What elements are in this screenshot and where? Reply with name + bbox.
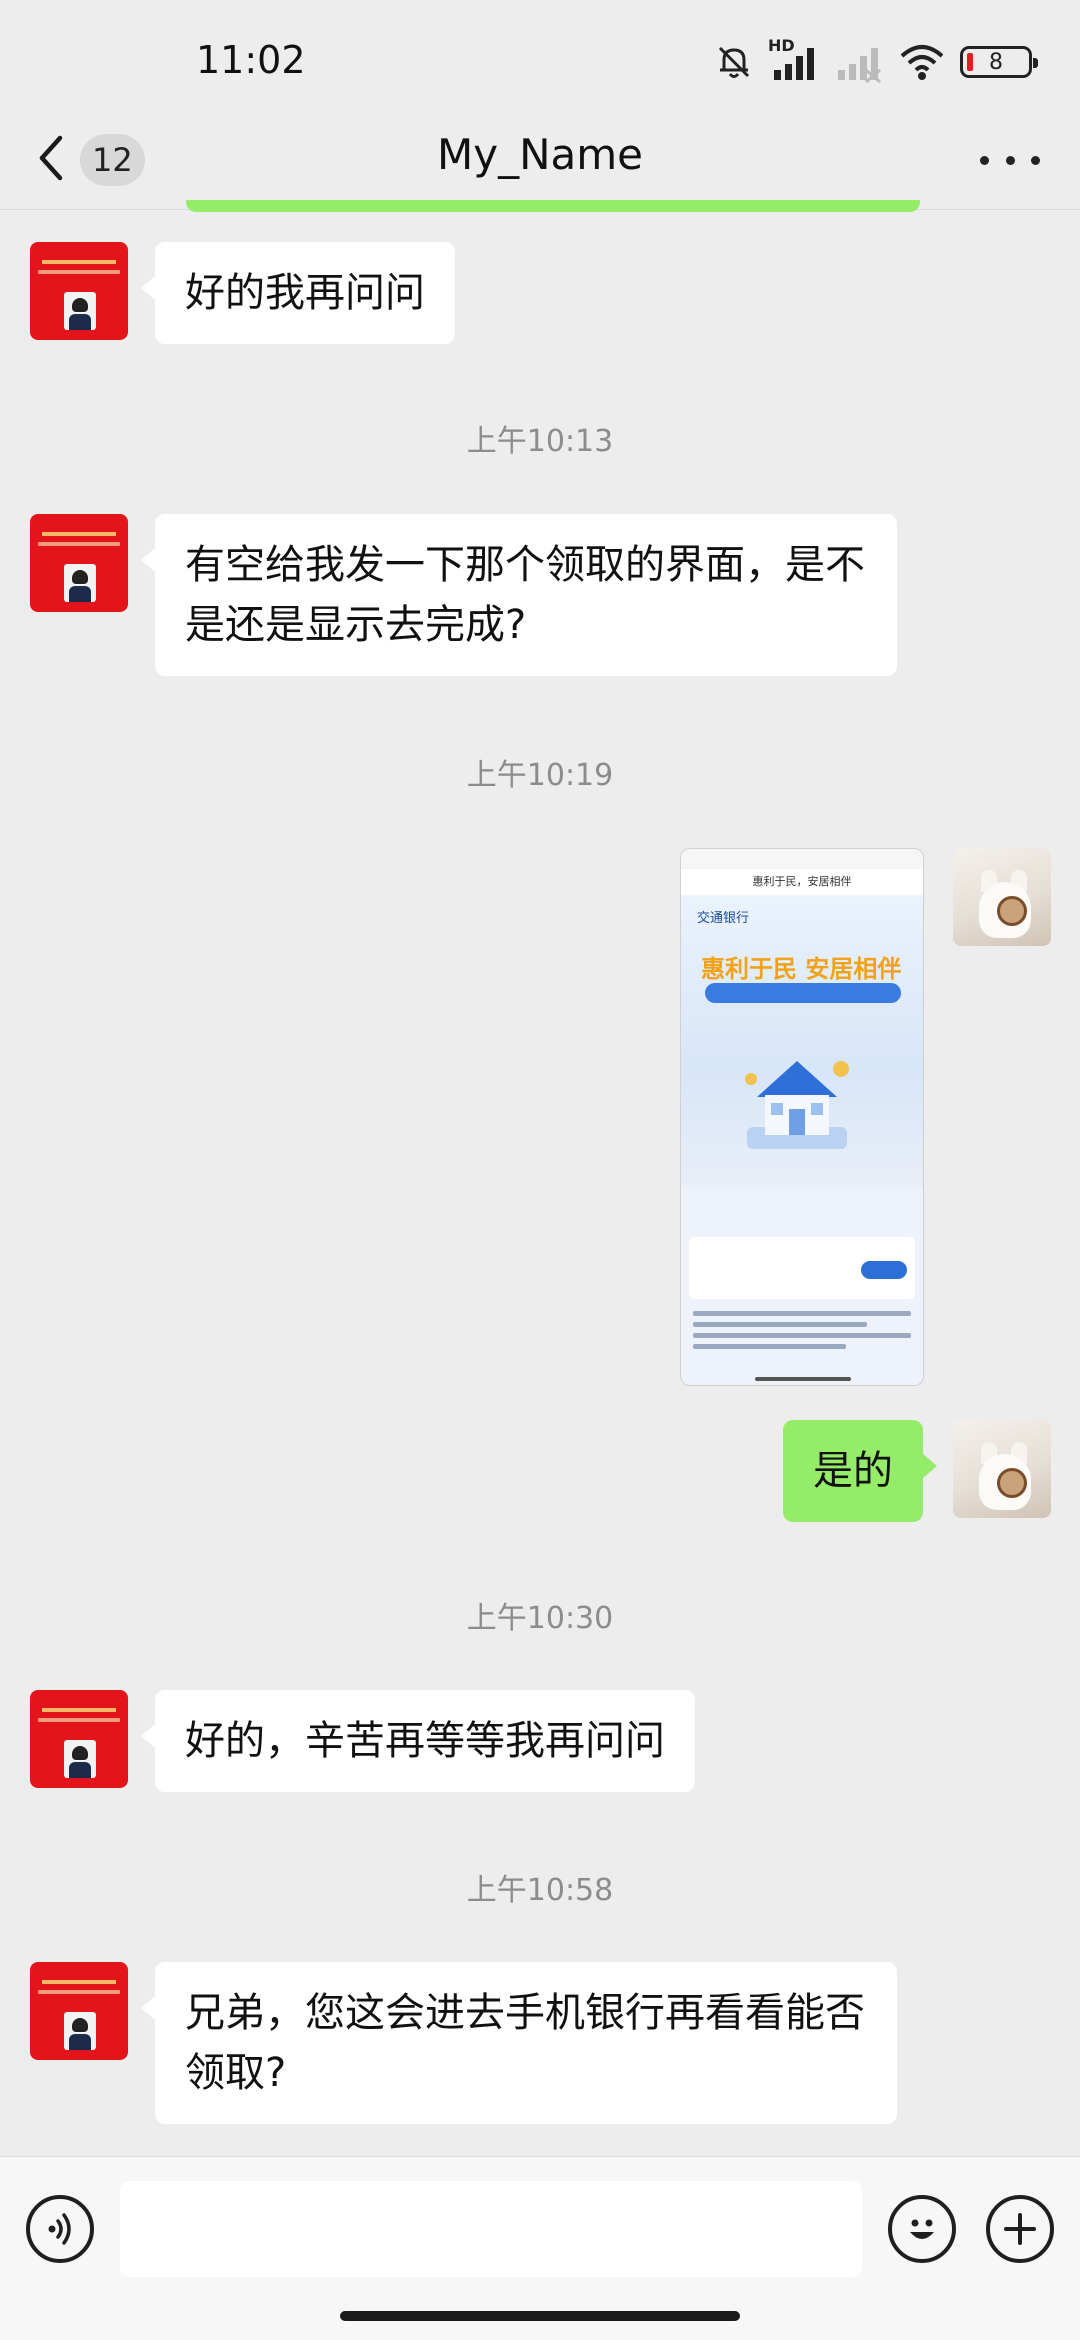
more-options-icon[interactable] xyxy=(980,136,1040,184)
message-bubble-sent[interactable]: 是的 xyxy=(783,1420,937,1522)
contact-avatar[interactable] xyxy=(30,1690,128,1788)
voice-icon[interactable] xyxy=(26,2195,94,2263)
plus-icon[interactable] xyxy=(986,2195,1054,2263)
message-timestamp: 上午10:13 xyxy=(466,424,614,459)
signal-weak-icon xyxy=(836,40,884,84)
network-label: HD xyxy=(768,36,795,55)
battery-level: 8 xyxy=(989,49,1003,75)
house-illustration xyxy=(745,1061,849,1149)
message-timestamp: 上午10:30 xyxy=(466,1601,614,1636)
message-bubble-received[interactable]: 有空给我发一下那个领取的界面，是不是还是显示去完成? xyxy=(141,514,897,676)
message-bubble-received[interactable]: 好的我再问问 xyxy=(141,242,455,344)
status-icons: HD 8 xyxy=(714,36,1038,86)
battery-icon: 8 xyxy=(960,46,1038,78)
message-input[interactable] xyxy=(120,2181,862,2277)
contact-avatar[interactable] xyxy=(30,242,128,340)
chat-header: 12 My_Name xyxy=(0,110,1080,210)
emoji-icon[interactable] xyxy=(888,2195,956,2263)
image-message[interactable]: 惠利于民，安居相伴 交通银行 惠利于民 安居相伴 xyxy=(680,848,924,1386)
wifi-icon xyxy=(898,42,946,82)
contact-avatar[interactable] xyxy=(30,1962,128,2060)
image-nav-title: 惠利于民，安居相伴 xyxy=(681,869,923,895)
message-bubble-received[interactable]: 好的，辛苦再等等我再问问 xyxy=(141,1690,695,1792)
contact-avatar[interactable] xyxy=(30,514,128,612)
status-time: 11:02 xyxy=(196,38,306,82)
signal-hd-icon: HD xyxy=(768,36,822,84)
message-timestamp: 上午10:58 xyxy=(466,1873,614,1908)
home-indicator[interactable] xyxy=(340,2311,740,2321)
chat-title: My_Name xyxy=(436,130,643,179)
mute-bell-icon xyxy=(714,42,754,82)
self-avatar[interactable] xyxy=(953,848,1051,946)
message-bubble-received[interactable]: 兄弟，您这会进去手机银行再看看能否领取? xyxy=(141,1962,897,2124)
image-bank-name: 交通银行 xyxy=(697,911,750,926)
previous-message-edge xyxy=(186,200,920,212)
battery-fill xyxy=(967,53,973,71)
self-avatar[interactable] xyxy=(953,1420,1051,1518)
status-bar: 11:02 HD 8 xyxy=(0,0,1080,110)
message-timestamp: 上午10:19 xyxy=(466,758,614,793)
image-slogan: 惠利于民 安居相伴 xyxy=(701,955,902,983)
